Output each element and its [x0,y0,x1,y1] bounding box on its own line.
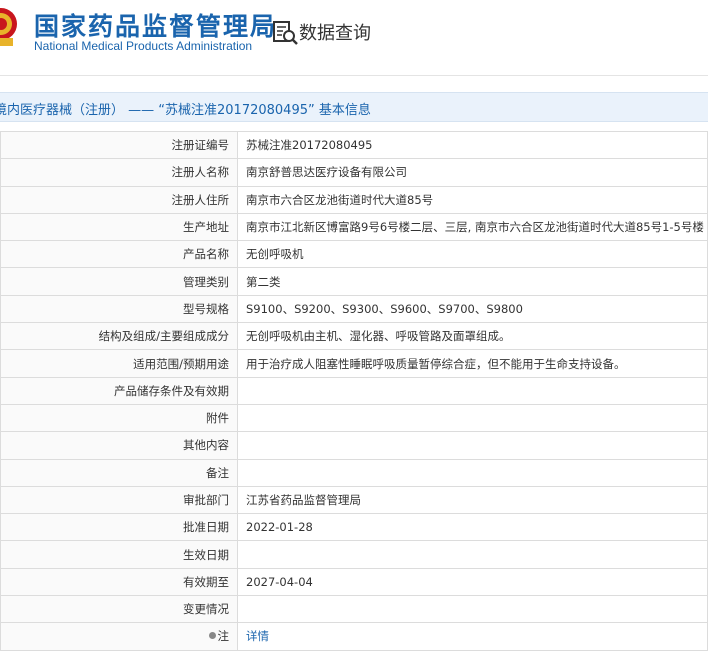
field-value: 江苏省药品监督管理局 [237,485,708,515]
header-divider [0,75,708,76]
field-label: 附件 [0,403,238,433]
table-row: 注册人住所 南京市六合区龙池街道时代大道85号 [0,185,708,214]
table-row: 注详情 [0,622,708,651]
field-label: 注册证编号 [0,130,238,160]
field-value: 无创呼吸机 [237,240,708,269]
table-row: 生效日期 [0,540,708,569]
table-row: 产品名称 无创呼吸机 [0,240,708,269]
field-label: 注册人住所 [0,185,238,214]
data-query-icon [273,21,298,45]
field-value [237,458,708,487]
field-label: 注 [217,629,230,644]
field-value: 2022-01-28 [237,513,708,542]
field-value: 无创呼吸机由主机、湿化器、呼吸管路及面罩组成。 [237,322,708,351]
table-row: 结构及组成/主要组成成分 无创呼吸机由主机、湿化器、呼吸管路及面罩组成。 [0,322,708,351]
table-row: 型号规格 S9100、S9200、S9300、S9600、S9700、S9800 [0,294,708,324]
field-value: S9100、S9200、S9300、S9600、S9700、S9800 [237,294,708,324]
field-value: 第二类 [237,267,708,296]
table-row: 注册证编号 苏械注准20172080495 [0,130,708,160]
national-emblem-icon [0,8,17,46]
device-info-table: 注册证编号 苏械注准20172080495 注册人名称 南京舒普思达医疗设备有限公司… [0,130,708,651]
field-label: 型号规格 [0,294,238,324]
table-row: 管理类别 第二类 [0,267,708,296]
field-label: 结构及组成/主要组成成分 [0,322,238,351]
table-row: 产品储存条件及有效期 [0,376,708,405]
field-label: 生效日期 [0,540,238,569]
field-label: 管理类别 [0,267,238,296]
note-label-cell: 注 [0,622,238,651]
site-logo-english[interactable]: National Medical Products Administration [34,39,252,53]
field-label: 适用范围/预期用途 [0,349,238,378]
field-value: 2027-04-04 [237,567,708,597]
site-logo-chinese[interactable]: 国家药品监督管理局 [34,7,277,43]
field-value [237,540,708,569]
field-label: 变更情况 [0,595,238,624]
field-value: 南京市江北新区博富路9号6号楼二层、三层, 南京市六合区龙池街道时代大道85号1… [237,212,708,242]
table-row: 有效期至 2027-04-04 [0,567,708,597]
table-row: 注册人名称 南京舒普思达医疗设备有限公司 [0,158,708,187]
table-row: 批准日期 2022-01-28 [0,513,708,542]
field-label: 有效期至 [0,567,238,597]
field-value [237,595,708,624]
field-value [237,431,708,460]
field-value: 用于治疗成人阻塞性睡眠呼吸质量暂停综合症，但不能用于生命支持设备。 [237,349,708,378]
table-row: 生产地址 南京市江北新区博富路9号6号楼二层、三层, 南京市六合区龙池街道时代大道… [0,212,708,242]
table-row: 其他内容 [0,431,708,460]
table-row: 审批部门 江苏省药品监督管理局 [0,485,708,515]
field-label: 生产地址 [0,212,238,242]
field-value [237,403,708,433]
field-value [237,376,708,405]
field-label: 产品储存条件及有效期 [0,376,238,405]
field-label: 其他内容 [0,431,238,460]
table-row: 附件 [0,403,708,433]
field-label: 备注 [0,458,238,487]
details-link[interactable]: 详情 [237,622,708,651]
field-value: 苏械注准20172080495 [237,130,708,160]
page-title-bar: 境内医疗器械（注册） —— “苏械注准20172080495” 基本信息 [0,92,708,122]
table-row: 备注 [0,458,708,487]
site-header: 国家药品监督管理局 National Medical Products Admi… [0,0,708,74]
table-row: 变更情况 [0,595,708,624]
field-label: 审批部门 [0,485,238,515]
field-label: 注册人名称 [0,158,238,187]
page-title: 境内医疗器械（注册） —— “苏械注准20172080495” 基本信息 [0,103,371,118]
field-label: 产品名称 [0,240,238,269]
table-row: 适用范围/预期用途 用于治疗成人阻塞性睡眠呼吸质量暂停综合症，但不能用于生命支持设… [0,349,708,378]
data-query-label[interactable]: 数据查询 [299,19,371,45]
field-label: 批准日期 [0,513,238,542]
pin-icon [208,632,216,640]
field-value: 南京舒普思达医疗设备有限公司 [237,158,708,187]
field-value: 南京市六合区龙池街道时代大道85号 [237,185,708,214]
